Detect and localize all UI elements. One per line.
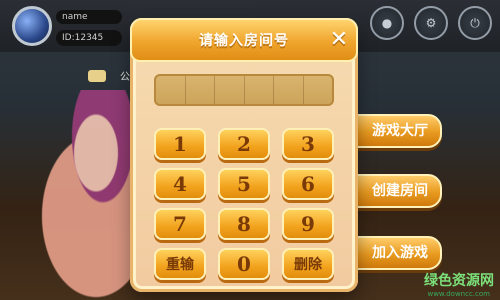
delete-key[interactable]: 删除 <box>282 248 334 280</box>
key-8[interactable]: 8 <box>218 208 270 240</box>
room-code-cell <box>215 76 245 104</box>
close-icon[interactable]: ✕ <box>328 27 350 52</box>
room-number-dialog: 请输入房间号 ✕ 1 2 3 4 5 6 7 8 9 重输 0 删除 <box>130 18 358 292</box>
announcement-label: 公 <box>120 72 130 83</box>
key-4[interactable]: 4 <box>154 168 206 200</box>
watermark-url: www.downcc.com <box>427 290 490 298</box>
speaker-icon <box>88 70 106 82</box>
key-1[interactable]: 1 <box>154 128 206 160</box>
power-icon[interactable]: ⏻ <box>458 6 492 40</box>
round-button-icon[interactable]: ● <box>370 6 404 40</box>
room-code-cell <box>304 76 333 104</box>
game-screen: name ID:12345 ● ⚙ ⏻ 公 游戏大厅 创建房间 加入游戏 请输入… <box>0 0 500 300</box>
watermark-brand: 绿色资源网 <box>424 273 494 289</box>
room-code-cell <box>186 76 215 104</box>
key-2[interactable]: 2 <box>218 128 270 160</box>
settings-icon[interactable]: ⚙ <box>414 6 448 40</box>
key-3[interactable]: 3 <box>282 128 334 160</box>
key-0[interactable]: 0 <box>218 248 270 280</box>
key-9[interactable]: 9 <box>282 208 334 240</box>
dialog-title: 请输入房间号 <box>199 33 289 49</box>
key-6[interactable]: 6 <box>282 168 334 200</box>
player-name: name <box>56 10 122 24</box>
key-7[interactable]: 7 <box>154 208 206 240</box>
room-code-cell <box>156 76 186 104</box>
player-id: ID:12345 <box>56 30 122 46</box>
avatar[interactable] <box>12 6 52 46</box>
key-5[interactable]: 5 <box>218 168 270 200</box>
reset-key[interactable]: 重输 <box>154 248 206 280</box>
top-right-icons: ● ⚙ ⏻ <box>370 6 492 40</box>
room-code-input[interactable] <box>154 74 334 106</box>
room-code-cell <box>274 76 304 104</box>
room-code-cell <box>245 76 274 104</box>
number-keypad: 1 2 3 4 5 6 7 8 9 重输 0 删除 <box>154 128 334 288</box>
